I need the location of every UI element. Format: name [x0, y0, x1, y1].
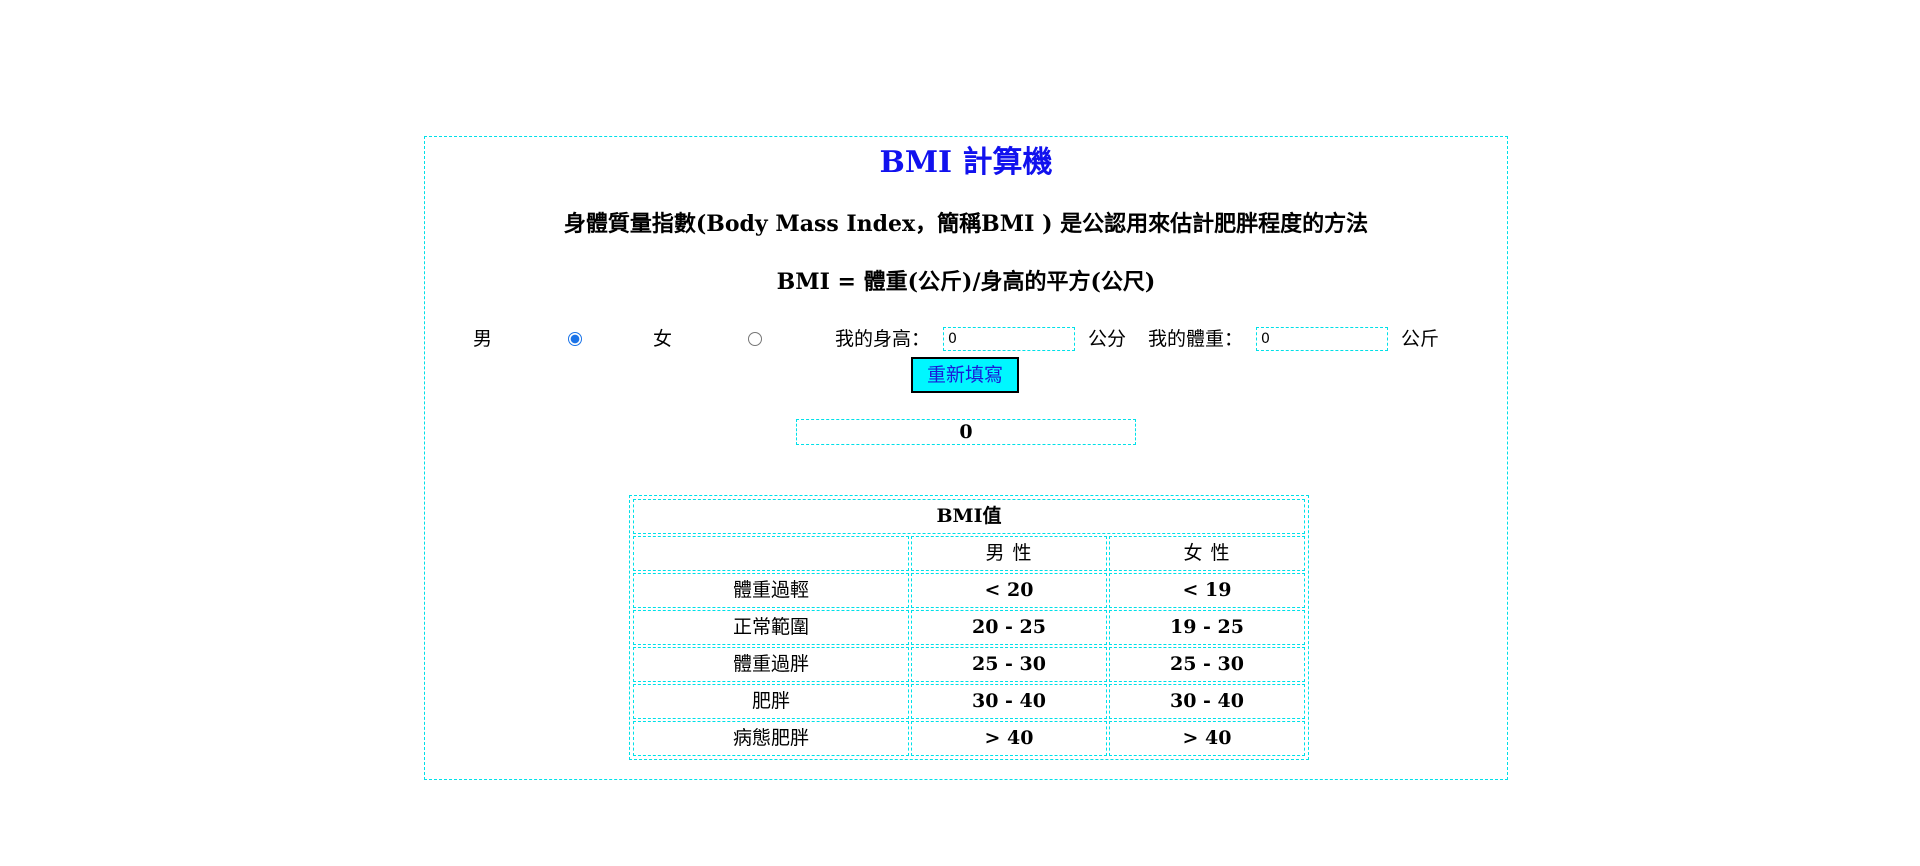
male-radio[interactable]	[568, 332, 582, 346]
weight-label: 我的體重：	[1148, 328, 1244, 350]
header-empty-cell	[633, 536, 909, 571]
female-value-cell: > 40	[1109, 721, 1305, 756]
table-row: 正常範圍 20 - 25 19 - 25	[633, 610, 1305, 645]
reset-button[interactable]: 重新填寫	[911, 357, 1019, 393]
bmi-reference-table: BMI值 男 性 女 性 體重過輕 < 20 < 19 正常範圍 20 - 25…	[629, 495, 1309, 760]
male-value-cell: 25 - 30	[911, 647, 1107, 682]
bmi-result: 0	[796, 419, 1136, 445]
bmi-calculator-panel: BMI 計算機 身體質量指數(Body Mass Index，簡稱BMI ) 是…	[424, 136, 1508, 780]
table-caption-row: BMI值	[633, 499, 1305, 534]
category-cell: 正常範圍	[633, 610, 909, 645]
female-value-cell: 25 - 30	[1109, 647, 1305, 682]
category-cell: 體重過胖	[633, 647, 909, 682]
page-title: BMI 計算機	[879, 145, 1053, 180]
male-value-cell: 30 - 40	[911, 684, 1107, 719]
male-value-cell: 20 - 25	[911, 610, 1107, 645]
weight-unit: 公斤	[1401, 328, 1440, 350]
table-caption: BMI值	[633, 499, 1305, 534]
height-label: 我的身高：	[835, 328, 931, 350]
table-row: 體重過胖 25 - 30 25 - 30	[633, 647, 1305, 682]
male-value-cell: < 20	[911, 573, 1107, 608]
table-row: 肥胖 30 - 40 30 - 40	[633, 684, 1305, 719]
header-male: 男 性	[911, 536, 1107, 571]
male-label: 男	[473, 328, 493, 350]
female-radio[interactable]	[748, 332, 762, 346]
female-label: 女	[653, 328, 673, 350]
input-row: 男 女 我的身高： 0 公分 我的體重： 0 公斤	[425, 325, 1507, 353]
female-value-cell: < 19	[1109, 573, 1305, 608]
female-value-cell: 19 - 25	[1109, 610, 1305, 645]
bmi-description: 身體質量指數(Body Mass Index，簡稱BMI ) 是公認用來估計肥胖…	[563, 211, 1369, 237]
height-unit: 公分	[1088, 328, 1127, 350]
female-value-cell: 30 - 40	[1109, 684, 1305, 719]
height-input[interactable]: 0	[943, 327, 1075, 351]
table-header-row: 男 性 女 性	[633, 536, 1305, 571]
category-cell: 體重過輕	[633, 573, 909, 608]
header-female: 女 性	[1109, 536, 1305, 571]
category-cell: 肥胖	[633, 684, 909, 719]
bmi-formula: BMI = 體重(公斤)/身高的平方(公尺)	[776, 269, 1156, 295]
table-row: 病態肥胖 > 40 > 40	[633, 721, 1305, 756]
category-cell: 病態肥胖	[633, 721, 909, 756]
weight-input[interactable]: 0	[1256, 327, 1388, 351]
male-value-cell: > 40	[911, 721, 1107, 756]
table-row: 體重過輕 < 20 < 19	[633, 573, 1305, 608]
